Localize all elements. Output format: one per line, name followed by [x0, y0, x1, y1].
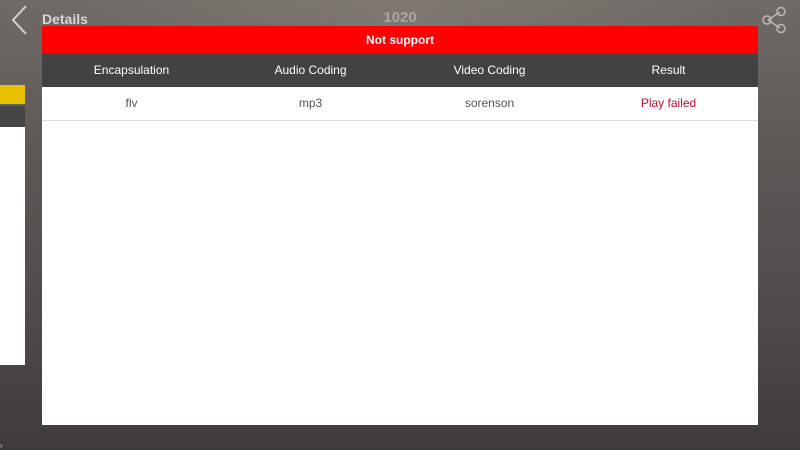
- share-button[interactable]: [760, 6, 788, 34]
- table-row: flv mp3 sorenson Play failed: [42, 87, 758, 121]
- side-panel: [0, 127, 25, 365]
- chevron-left-icon: [11, 5, 27, 35]
- column-header-encapsulation: Encapsulation: [93, 63, 170, 77]
- column-header-audio-coding: Audio Coding: [274, 63, 347, 77]
- back-button[interactable]: [8, 4, 32, 36]
- column-header-video-coding: Video Coding: [453, 63, 526, 77]
- item-id-label: 1020: [383, 9, 417, 26]
- cell-video-coding: sorenson: [464, 96, 515, 110]
- side-panel-highlight: [0, 85, 25, 104]
- cell-result: Play failed: [640, 96, 697, 110]
- share-icon: [762, 6, 786, 34]
- corner-arrow-icon: ›: [0, 441, 3, 450]
- side-panel-bar: [0, 106, 25, 127]
- cell-audio-coding: mp3: [298, 96, 323, 110]
- column-header-result: Result: [651, 63, 686, 77]
- page-title: Details: [42, 11, 88, 27]
- cell-encapsulation: flv: [125, 96, 138, 110]
- table-header: Encapsulation Audio Coding Video Coding …: [42, 54, 758, 87]
- dialog-header: Not support: [42, 26, 758, 54]
- codec-support-dialog: Not support Encapsulation Audio Coding V…: [42, 26, 758, 425]
